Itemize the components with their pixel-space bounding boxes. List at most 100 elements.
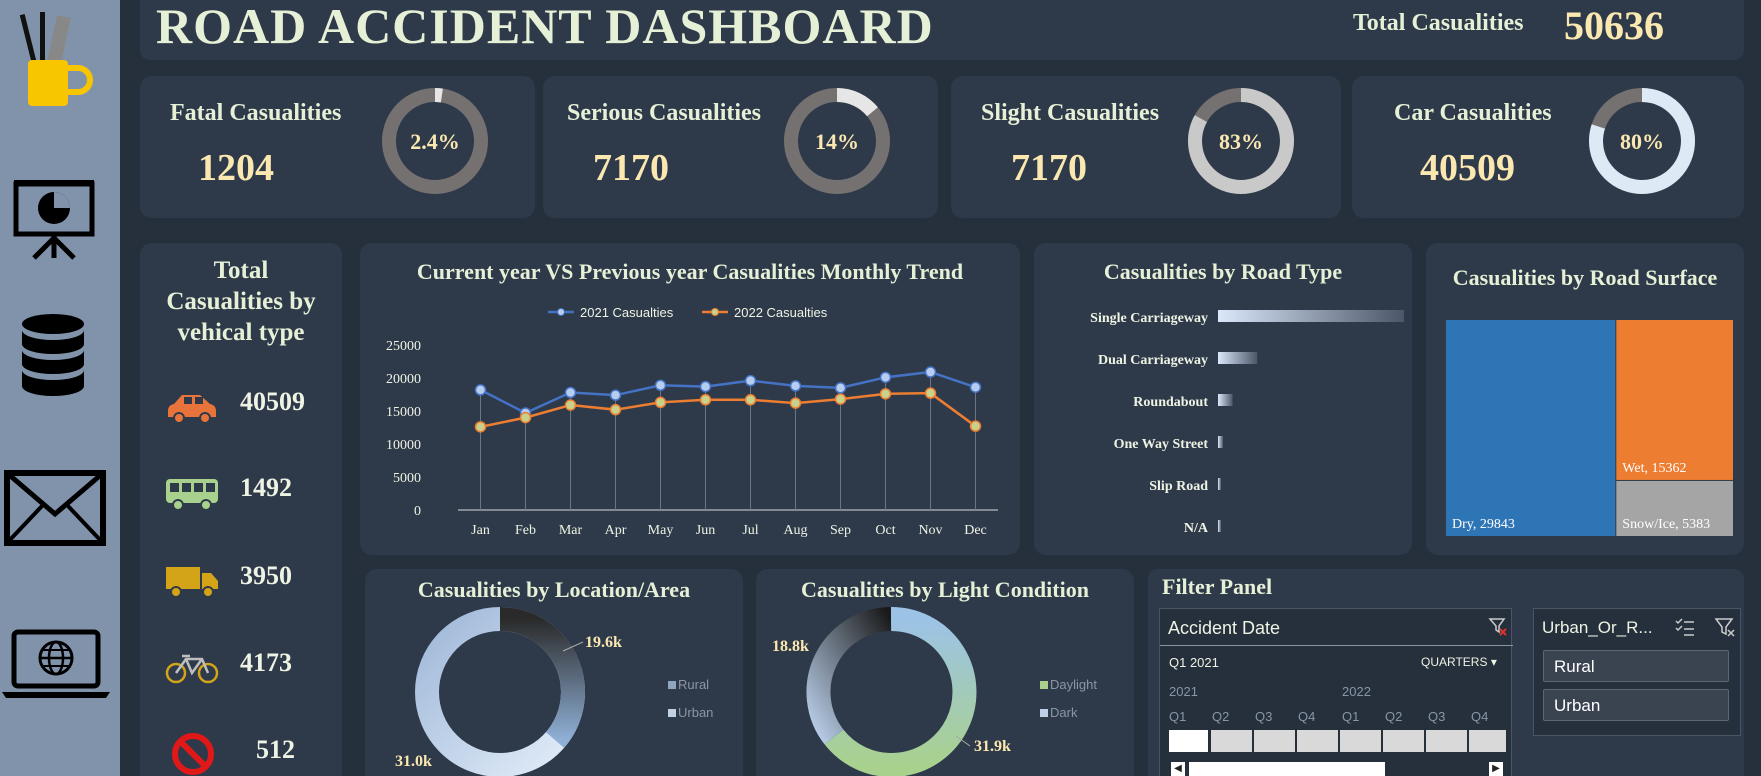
date-slicer-title: Accident Date xyxy=(1168,618,1281,638)
mail-icon[interactable] xyxy=(4,470,106,546)
quarter-label: Q3 xyxy=(1255,709,1273,724)
timeline-scrollbar[interactable]: ◀ ▶ xyxy=(1169,760,1509,776)
kpi-donut: 80% xyxy=(1589,88,1695,194)
kpi-value: 7170 xyxy=(593,147,669,189)
kpi-label: Slight Casualities xyxy=(981,100,1160,126)
scroll-left-arrow[interactable]: ◀ xyxy=(1171,762,1185,776)
kpi-value: 40509 xyxy=(1420,147,1515,189)
multi-select-icon[interactable] xyxy=(1674,617,1696,637)
timeline-q3-2021[interactable] xyxy=(1254,730,1297,752)
date-level-dropdown[interactable]: QUARTERS ▾ xyxy=(1421,655,1497,669)
road-type-bar xyxy=(1218,394,1233,406)
clear-filter-icon[interactable] xyxy=(1488,617,1508,637)
treemap-cell xyxy=(1616,320,1733,480)
location-panel: Casualities by Location/Area 19.6k 31.0k… xyxy=(365,569,743,776)
x-tick-label: May xyxy=(648,523,674,538)
scroll-thumb[interactable] xyxy=(1189,762,1385,776)
data-point xyxy=(744,374,757,387)
data-point xyxy=(474,421,487,433)
road-type-bar xyxy=(1218,310,1404,322)
treemap-label: Snow/Ice, 5383 xyxy=(1622,517,1710,532)
timeline-q2-2021[interactable] xyxy=(1211,730,1254,752)
quarter-label: Q2 xyxy=(1385,709,1403,724)
data-point xyxy=(879,388,892,400)
kpi-percent: 14% xyxy=(815,129,859,154)
x-tick-label: Nov xyxy=(918,523,942,538)
road-type-label: Single Carriageway xyxy=(1090,311,1208,326)
x-tick-label: Dec xyxy=(964,523,987,538)
timeline-q3-2022[interactable] xyxy=(1426,730,1469,752)
data-point xyxy=(654,379,667,392)
kpi-label: Fatal Casualities xyxy=(170,100,342,126)
data-point xyxy=(834,382,847,394)
quarter-label: Q2 xyxy=(1212,709,1230,724)
presentation-chart-icon[interactable] xyxy=(12,178,96,262)
bicycle-icon xyxy=(165,654,219,684)
x-tick-label: Mar xyxy=(559,523,583,538)
vehicle-bicycle-value: 4173 xyxy=(240,648,292,677)
data-point xyxy=(474,384,487,396)
kpi-donut: 14% xyxy=(784,88,890,194)
slicer-option-rural[interactable]: Rural xyxy=(1543,650,1729,682)
kpi-donut: 83% xyxy=(1188,88,1294,194)
location-label-rural: 19.6k xyxy=(585,634,622,651)
timeline-q1-2021[interactable] xyxy=(1169,730,1210,752)
clear-filter-icon[interactable] xyxy=(1714,617,1736,637)
data-point xyxy=(699,394,712,406)
data-point xyxy=(654,396,667,409)
data-point xyxy=(924,366,937,378)
chevron-down-icon: ▾ xyxy=(1490,655,1497,669)
vehicle-type-panel: Total Casualities by vehical type 40509 … xyxy=(140,243,342,776)
legend-rural: Rural xyxy=(678,677,709,692)
data-point xyxy=(834,393,847,405)
kpi-card-slight: Slight Casualities 7170 83% xyxy=(951,76,1341,218)
x-tick-label: Sep xyxy=(830,523,851,538)
timeline-q1-2022[interactable] xyxy=(1340,730,1383,752)
location-label-urban: 31.0k xyxy=(395,753,432,770)
vehicle-bus-value: 1492 xyxy=(240,473,292,502)
road-type-panel: Casualities by Road Type Single Carriage… xyxy=(1034,243,1412,555)
road-type-label: Dual Carriageway xyxy=(1098,353,1208,368)
slicer-option-urban[interactable]: Urban xyxy=(1543,689,1729,721)
data-point xyxy=(564,399,577,411)
vehicle-other-value: 512 xyxy=(256,735,295,764)
quarter-label: Q3 xyxy=(1428,709,1446,724)
vehicle-type-title: Total Casualities by vehical type xyxy=(166,257,316,346)
area-slicer-title: Urban_Or_R... xyxy=(1542,618,1653,637)
laptop-globe-icon[interactable] xyxy=(0,628,112,700)
timeline-q2-2022[interactable] xyxy=(1383,730,1426,752)
kpi-percent: 2.4% xyxy=(410,129,460,154)
road-type-label: One Way Street xyxy=(1114,437,1209,452)
pencil-cup-icon[interactable] xyxy=(14,10,94,110)
vehicle-car-value: 40509 xyxy=(240,387,305,416)
data-point xyxy=(879,371,892,384)
legend-urban: Urban xyxy=(678,705,713,720)
x-tick-label: Jun xyxy=(696,523,715,538)
kpi-card-fatal: Fatal Casualities 1204 2.4% xyxy=(140,76,535,218)
total-casualties-value: 50636 xyxy=(1564,3,1664,48)
scroll-right-arrow[interactable]: ▶ xyxy=(1489,762,1503,776)
treemap-label: Dry, 29843 xyxy=(1452,517,1515,532)
timeline-q4-2021[interactable] xyxy=(1297,730,1340,752)
road-type-bar-chart: Single Carriageway Dual Carriageway Rounda… xyxy=(1090,310,1404,536)
kpi-percent: 80% xyxy=(1620,129,1664,154)
timeline-q4-2022[interactable] xyxy=(1469,730,1508,752)
data-point xyxy=(609,403,622,416)
x-tick-label: Jul xyxy=(742,523,758,538)
page-title: ROAD ACCIDENT DASHBOARD xyxy=(156,0,934,54)
quarter-label: Q4 xyxy=(1298,709,1316,724)
y-tick-label: 15000 xyxy=(386,405,421,420)
road-type-label: Roundabout xyxy=(1133,395,1208,410)
prohibited-icon xyxy=(172,733,214,775)
data-point xyxy=(789,380,802,392)
data-point xyxy=(609,389,622,401)
x-tick-label: Feb xyxy=(515,523,536,538)
road-type-bar xyxy=(1218,436,1224,448)
road-type-bar xyxy=(1218,352,1258,364)
database-icon[interactable] xyxy=(20,312,86,400)
vehicle-truck-value: 3950 xyxy=(240,561,292,590)
series-line-1 xyxy=(480,391,977,429)
road-surface-treemap: Dry, 29843 Wet, 15362 Snow/Ice, 5383 xyxy=(1446,320,1733,536)
x-tick-label: Oct xyxy=(875,523,895,538)
light-label-dark: 18.8k xyxy=(772,638,809,655)
